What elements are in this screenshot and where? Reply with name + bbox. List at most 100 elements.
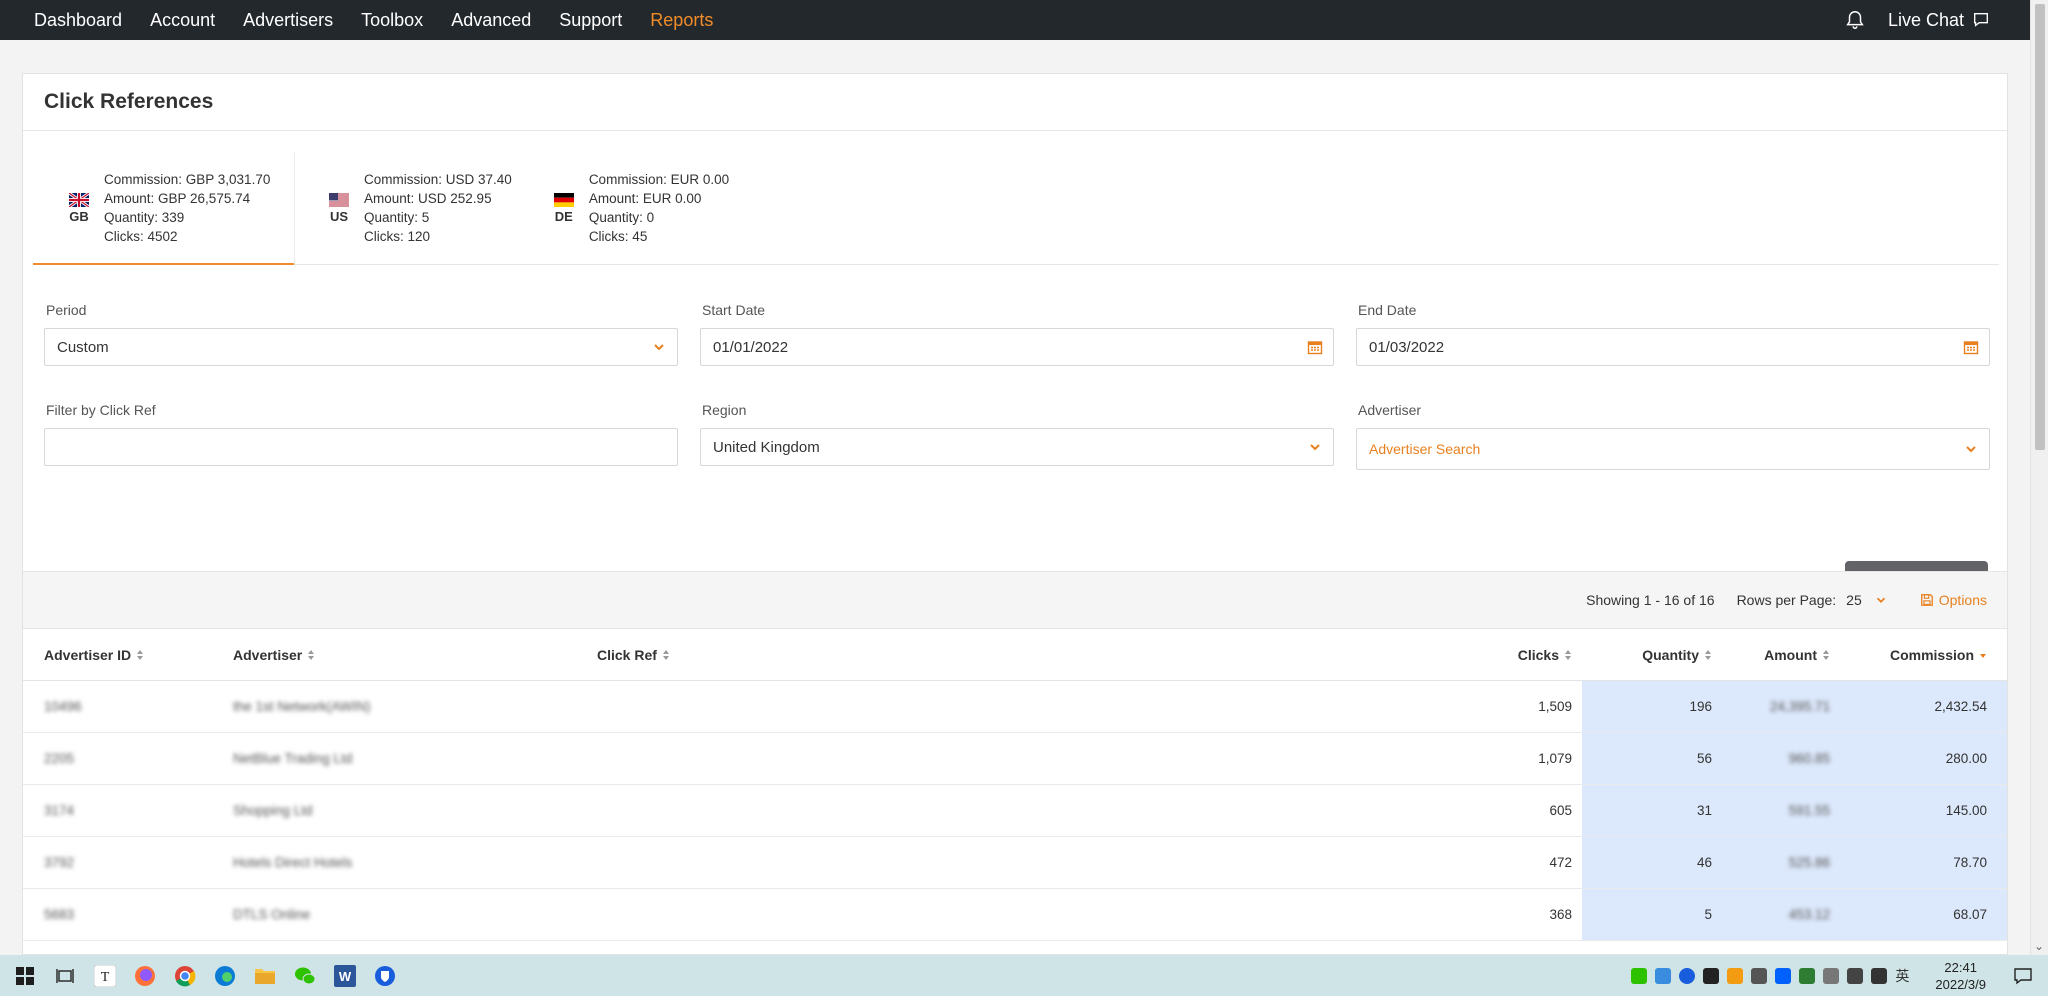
- region-clicks: Clicks: 4502: [104, 229, 178, 244]
- file-explorer-icon[interactable]: [252, 963, 278, 989]
- calendar-icon[interactable]: [1307, 339, 1323, 355]
- cell-commission: 78.70: [1844, 837, 2007, 888]
- cell-advertiser-value: DTLS Online: [233, 907, 311, 922]
- scroll-down-icon[interactable]: ⌄: [2034, 939, 2044, 953]
- table-row[interactable]: 10496 the 1st Network(AWIN) 1,509 196 24,395…: [23, 681, 2007, 733]
- tray-defender-icon[interactable]: [1799, 967, 1816, 984]
- region-code: DE: [554, 208, 573, 224]
- form-row: Filter by Click Ref Region United Kingdo…: [44, 402, 1990, 470]
- ime-indicator[interactable]: 英: [1895, 966, 1909, 986]
- start-date-input[interactable]: 01/01/2022: [700, 328, 1334, 366]
- advertiser-search[interactable]: Advertiser Search: [1356, 428, 1990, 470]
- tray-bitwarden-icon[interactable]: [1679, 967, 1696, 984]
- sort-icon: [137, 649, 144, 660]
- typora-icon[interactable]: T: [92, 963, 118, 989]
- region-clicks: Clicks: 120: [364, 229, 431, 244]
- cell-advertiser-id-value: 3792: [44, 855, 75, 870]
- task-view-icon[interactable]: [52, 963, 78, 989]
- nav-dashboard[interactable]: Dashboard: [0, 0, 136, 40]
- region-group: Region United Kingdom: [700, 402, 1334, 470]
- region-clicks: Clicks: 45: [588, 229, 648, 244]
- filter-form: Period Custom Start Date 01/01/2022 End …: [44, 302, 1990, 470]
- tray-app-icon[interactable]: [1655, 967, 1672, 984]
- tray-dropbox-icon[interactable]: [1775, 967, 1792, 984]
- chrome-icon[interactable]: [172, 963, 198, 989]
- edge-icon[interactable]: [212, 963, 238, 989]
- advertiser-label: Advertiser: [1358, 402, 1422, 418]
- tray-app-icon[interactable]: [1703, 967, 1720, 984]
- volume-icon[interactable]: [1847, 967, 1864, 984]
- tray-wechat-icon[interactable]: [1631, 967, 1648, 984]
- nav-advertisers[interactable]: Advertisers: [229, 0, 347, 40]
- region-tab-de[interactable]: DE Commission: EUR 0.00 Amount: EUR 0.00…: [534, 152, 751, 264]
- table-row[interactable]: 3792 Hotels Direct Hotels 472 46 525.86 78.70: [23, 837, 2007, 889]
- bitwarden-icon[interactable]: [372, 963, 398, 989]
- col-clicks[interactable]: Clicks: [1392, 629, 1582, 680]
- vertical-scrollbar[interactable]: ⌄: [2030, 0, 2048, 955]
- cell-clicks-value: 1,079: [1538, 751, 1572, 766]
- cell-amount: 24,395.71: [1722, 681, 1844, 732]
- table-row[interactable]: 2205 NetBlue Trading Ltd 1,079 56 960.85 280.…: [23, 733, 2007, 785]
- region-select[interactable]: United Kingdom: [700, 428, 1334, 466]
- cell-advertiser-value: Shopping Ltd: [233, 803, 313, 818]
- wifi-icon[interactable]: [1871, 967, 1888, 984]
- region-tab-gb[interactable]: GB Commission: GBP 3,031.70 Amount: GBP …: [33, 152, 295, 265]
- clock[interactable]: 22:41 2022/3/9: [1935, 959, 1986, 993]
- cell-commission-value: 280.00: [1945, 751, 1987, 766]
- cell-advertiser: DTLS Online: [233, 889, 597, 940]
- cell-advertiser-id: 2205: [23, 733, 233, 784]
- sort-icon: [1565, 649, 1571, 660]
- region-stats: Commission: EUR 0.00 Amount: EUR 0.00 Qu…: [589, 170, 729, 246]
- nav-reports[interactable]: Reports: [636, 0, 727, 40]
- period-label: Period: [46, 302, 87, 318]
- cell-quantity-value: 46: [1696, 855, 1712, 870]
- col-click-ref[interactable]: Click Ref: [597, 629, 1392, 680]
- sort-icon: [1823, 649, 1829, 660]
- period-select[interactable]: Custom: [44, 328, 678, 366]
- region-commission: Commission: GBP 3,031.70: [104, 172, 271, 187]
- firefox-icon[interactable]: [132, 963, 158, 989]
- cell-click-ref: [597, 837, 1392, 888]
- col-amount[interactable]: Amount: [1722, 629, 1844, 680]
- word-icon[interactable]: W: [332, 963, 358, 989]
- wechat-icon[interactable]: [292, 963, 318, 989]
- rows-per-page-select[interactable]: 25: [1846, 592, 1862, 608]
- cell-quantity-value: 31: [1696, 803, 1712, 818]
- scrollbar-thumb[interactable]: [2035, 4, 2045, 450]
- region-tab-us[interactable]: US Commission: USD 37.40 Amount: USD 252…: [295, 152, 534, 264]
- nav-support[interactable]: Support: [545, 0, 636, 40]
- col-commission[interactable]: Commission: [1844, 629, 2007, 680]
- chevron-down-icon[interactable]: [1874, 593, 1888, 607]
- showing-count: Showing 1 - 16 of 16: [1586, 592, 1715, 608]
- svg-text:T: T: [101, 970, 110, 985]
- table-row[interactable]: 3174 Shopping Ltd 605 31 591.55 145.00: [23, 785, 2007, 837]
- nav-account[interactable]: Account: [136, 0, 229, 40]
- tray-app-icon[interactable]: [1727, 967, 1744, 984]
- cell-clicks: 1,509: [1392, 681, 1582, 732]
- region-stats: Commission: GBP 3,031.70 Amount: GBP 26,…: [104, 170, 270, 246]
- cell-click-ref: [597, 733, 1392, 784]
- cell-quantity: 5: [1582, 889, 1722, 940]
- col-advertiser-id[interactable]: Advertiser ID: [23, 629, 233, 680]
- live-chat-button[interactable]: Live Chat: [1888, 10, 1990, 31]
- nav-toolbox[interactable]: Toolbox: [347, 0, 437, 40]
- calendar-icon[interactable]: [1963, 339, 1979, 355]
- bell-icon[interactable]: [1844, 9, 1866, 31]
- table-row[interactable]: 5683 DTLS Online 368 5 453.12 68.07: [23, 889, 2007, 941]
- advertiser-group: Advertiser Advertiser Search: [1356, 402, 1990, 470]
- col-quantity[interactable]: Quantity: [1582, 629, 1722, 680]
- top-nav: Dashboard Account Advertisers Toolbox Ad…: [0, 0, 2030, 40]
- options-button[interactable]: Options: [1920, 592, 1987, 608]
- tray-usb-icon[interactable]: [1751, 967, 1768, 984]
- windows-start-icon[interactable]: [12, 963, 38, 989]
- nav-advanced[interactable]: Advanced: [437, 0, 545, 40]
- notification-icon[interactable]: [2012, 965, 2034, 987]
- click-ref-input[interactable]: [44, 428, 678, 466]
- end-date-input[interactable]: 01/03/2022: [1356, 328, 1990, 366]
- tray-app-icon[interactable]: [1823, 967, 1840, 984]
- sort-icon: [662, 649, 669, 660]
- us-flag-icon: [329, 192, 349, 207]
- region-commission: Commission: EUR 0.00: [588, 172, 730, 187]
- col-advertiser[interactable]: Advertiser: [233, 629, 597, 680]
- cell-clicks: 605: [1392, 785, 1582, 836]
